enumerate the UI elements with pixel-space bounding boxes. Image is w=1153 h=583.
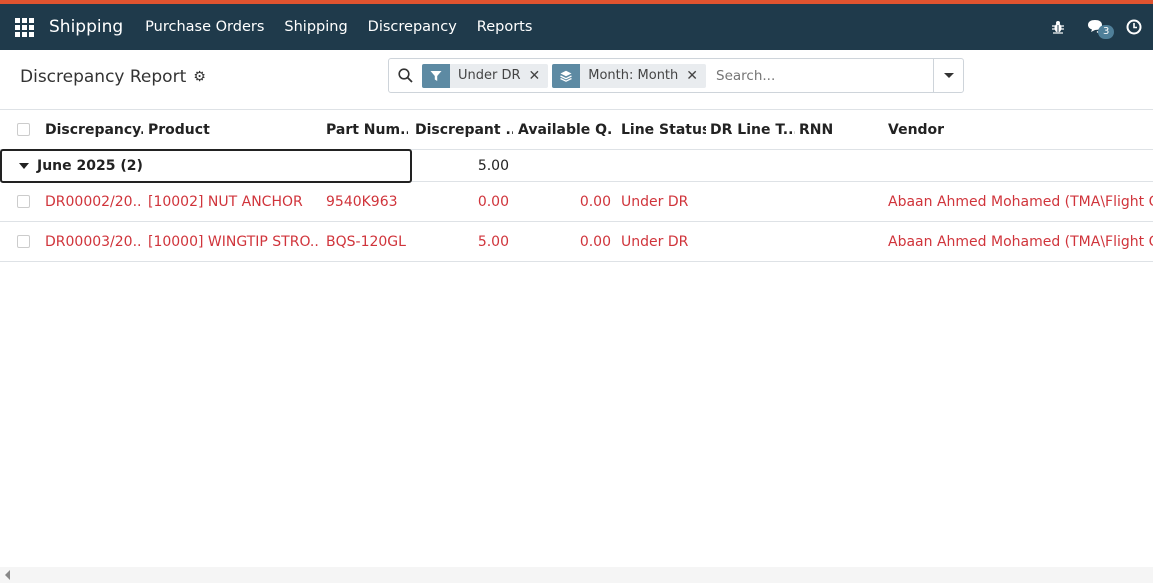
group-discrepant-total: 5.00: [477, 157, 509, 174]
breadcrumb: Discrepancy Report ⚙: [20, 67, 206, 87]
apps-grid-icon: [15, 17, 34, 37]
cell-rnn[interactable]: [799, 182, 879, 221]
horizontal-scrollbar[interactable]: [0, 567, 1153, 583]
cell-part-number[interactable]: 9540K963: [326, 182, 408, 221]
caret-down-icon: [943, 73, 954, 78]
facet-filter-under-dr: Under DR ✕: [422, 63, 549, 88]
cell-rnn[interactable]: [799, 222, 879, 261]
main-navbar: Shipping Purchase Orders Shipping Discre…: [0, 4, 1153, 50]
page-title: Discrepancy Report: [20, 67, 187, 87]
cell-discrepancy-ref[interactable]: DR00002/20...: [45, 182, 143, 221]
group-row[interactable]: June 2025 (2) 5.00: [0, 149, 1153, 183]
cell-discrepancy-ref[interactable]: DR00003/20...: [45, 222, 143, 261]
col-header-product[interactable]: Product: [148, 110, 318, 149]
app-menu-button[interactable]: [0, 4, 49, 50]
row-checkbox-cell[interactable]: [17, 222, 30, 261]
cell-product[interactable]: [10000] WINGTIP STRO...: [148, 222, 318, 261]
cell-dr-line-type[interactable]: [710, 222, 795, 261]
col-header-line-status[interactable]: Line Status: [621, 110, 706, 149]
app-brand[interactable]: Shipping: [49, 17, 123, 37]
facet-label: Month: Month: [588, 68, 679, 83]
col-header-part-number[interactable]: Part Num...: [326, 110, 408, 149]
facet-label: Under DR: [458, 68, 521, 83]
systray: 3: [1039, 4, 1153, 50]
search-icon[interactable]: [389, 68, 422, 83]
group-header[interactable]: June 2025 (2): [0, 149, 412, 183]
search-input[interactable]: [710, 67, 933, 84]
col-header-available-qty[interactable]: Available Q...: [518, 110, 613, 149]
activity-button[interactable]: [1115, 19, 1153, 35]
group-label: June 2025 (2): [37, 158, 143, 174]
col-header-dr-line-type[interactable]: DR Line T...: [710, 110, 795, 149]
bug-icon: [1052, 21, 1064, 34]
table-row[interactable]: DR00003/20... [10000] WINGTIP STRO... BQ…: [0, 222, 1153, 262]
col-header-vendor[interactable]: Vendor: [888, 110, 1153, 149]
cell-line-status[interactable]: Under DR: [621, 182, 706, 221]
filter-icon: [422, 63, 450, 88]
cell-dr-line-type[interactable]: [710, 182, 795, 221]
gear-icon[interactable]: ⚙: [193, 69, 206, 85]
clock-icon: [1126, 19, 1142, 35]
cell-available-qty[interactable]: 0.00: [518, 222, 611, 261]
select-all-checkbox-cell[interactable]: [17, 110, 30, 149]
cell-vendor[interactable]: Abaan Ahmed Mohamed (TMA\Flight Ope: [888, 222, 1153, 261]
facet-groupby-month: Month: Month ✕: [552, 63, 707, 88]
cell-product[interactable]: [10002] NUT ANCHOR: [148, 182, 318, 221]
row-checkbox[interactable]: [17, 195, 30, 208]
col-header-discrepancy[interactable]: Discrepancy...: [45, 110, 143, 149]
remove-facet-close-icon[interactable]: ✕: [529, 68, 549, 84]
debug-button[interactable]: [1039, 20, 1077, 34]
table-header: Discrepancy... Product Part Num... Discr…: [0, 110, 1153, 150]
menu-purchase-orders[interactable]: Purchase Orders: [145, 19, 264, 35]
col-header-rnn[interactable]: RNN: [799, 110, 879, 149]
row-checkbox[interactable]: [17, 235, 30, 248]
cell-discrepant-qty[interactable]: 5.00: [415, 222, 509, 261]
remove-facet-close-icon[interactable]: ✕: [686, 68, 706, 84]
scroll-left-arrow-icon[interactable]: [5, 570, 10, 580]
col-header-discrepant-qty[interactable]: Discrepant ...: [415, 110, 513, 149]
cell-line-status[interactable]: Under DR: [621, 222, 706, 261]
cell-available-qty[interactable]: 0.00: [518, 182, 611, 221]
layers-icon: [552, 63, 581, 88]
menu-discrepancy[interactable]: Discrepancy: [368, 19, 457, 35]
row-checkbox-cell[interactable]: [17, 182, 30, 221]
search-options-toggle[interactable]: [933, 59, 963, 92]
menu-shipping[interactable]: Shipping: [284, 19, 347, 35]
caret-down-icon: [19, 163, 29, 169]
cell-vendor[interactable]: Abaan Ahmed Mohamed (TMA\Flight Ope: [888, 182, 1153, 221]
menu-reports[interactable]: Reports: [477, 19, 533, 35]
table-row[interactable]: DR00002/20... [10002] NUT ANCHOR 9540K96…: [0, 182, 1153, 222]
search-bar: Under DR ✕ Month: Month ✕: [388, 58, 964, 93]
messages-count-badge: 3: [1098, 25, 1115, 39]
control-panel: Discrepancy Report ⚙ Under DR ✕ Month: M…: [0, 50, 1153, 110]
messages-button[interactable]: 3: [1077, 19, 1115, 39]
select-all-checkbox[interactable]: [17, 123, 30, 136]
cell-discrepant-qty[interactable]: 0.00: [415, 182, 509, 221]
cell-part-number[interactable]: BQS-120GL: [326, 222, 408, 261]
